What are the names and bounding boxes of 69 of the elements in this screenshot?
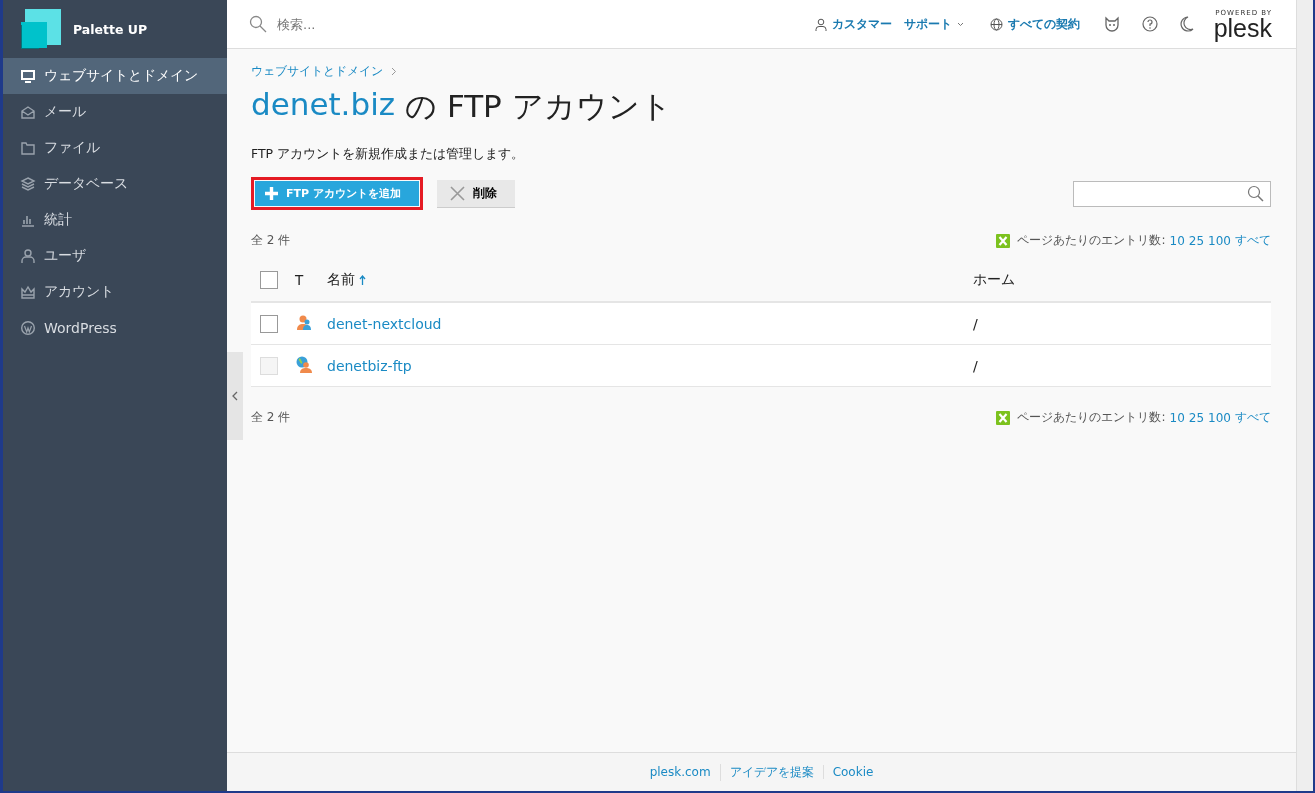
excel-icon [996,233,1011,248]
excel-icon [996,410,1011,425]
page-size-link[interactable]: 100 [1208,410,1231,425]
support-menu[interactable]: サポート [903,15,964,33]
footer-link[interactable]: plesk.com [640,765,720,779]
total-count: 全 2 件 [251,409,291,426]
page-description: FTP アカウントを新規作成または管理します。 [251,146,526,163]
moon-icon[interactable] [1179,16,1194,32]
search-icon [249,15,267,33]
footer-link[interactable]: アイデアを提案 [719,763,823,781]
total-count: 全 2 件 [251,232,291,249]
page-size-link[interactable]: 25 [1188,233,1205,248]
domain-link[interactable]: denet.biz [251,86,396,128]
chevron-right-icon [391,67,397,76]
sidebar-item[interactable]: メール [3,94,227,130]
page-size-link[interactable]: すべて [1235,232,1271,249]
envelope-icon [20,104,36,120]
search-icon [1247,185,1264,202]
chevron-left-icon [232,391,238,401]
page-size-link[interactable]: すべて [1235,409,1271,426]
page-size-link[interactable]: 100 [1208,233,1231,248]
sidebar-item[interactable]: ファイル [3,130,227,166]
folder-icon [20,140,36,156]
account-link[interactable]: denet-nextcloud [327,315,442,332]
footer-link[interactable]: Cookie [822,765,883,779]
layers-icon [20,176,36,192]
column-header[interactable]: 名前 [327,271,973,289]
page-size-link[interactable]: 10 [1169,410,1185,425]
user-icon [295,313,312,331]
logo-icon [21,9,61,49]
page-size-label: ページあたりのエントリ数: [1017,232,1166,249]
filter-search-field[interactable] [1073,180,1271,207]
column-header: T [295,272,305,288]
help-icon[interactable] [1141,16,1158,32]
subscriptions-link[interactable]: すべての契約 [989,15,1080,33]
cross-icon [449,185,465,201]
add-ftp-account-button[interactable]: FTP アカウントを追加 [255,181,419,206]
sidebar-item[interactable]: 統計 [3,202,227,238]
user-icon [20,248,36,264]
sidebar-item[interactable]: WordPress [3,310,227,346]
table-cell: / [973,315,978,332]
page-size-link[interactable]: 10 [1169,233,1185,248]
page-title: の FTP アカウント [405,87,672,126]
plus-icon [265,187,278,200]
user-icon [814,17,827,31]
customer-link[interactable]: カスタマー [814,15,892,33]
brand-name: Palette UP [73,21,148,37]
crown-icon [20,284,36,300]
scrollbar[interactable] [1296,0,1313,791]
globe-user-icon [295,355,312,373]
monitor-icon [20,68,36,84]
caret-icon [956,21,964,27]
sidebar-item[interactable]: アカウント [3,274,227,310]
page-size-link[interactable]: 25 [1188,410,1205,425]
collapse-handle[interactable] [227,352,243,440]
sidebar-item[interactable]: ウェブサイトとドメイン [3,58,227,94]
wordpress-icon [20,320,36,336]
sidebar-item[interactable]: データベース [3,166,227,202]
column-header: ホーム [973,271,1016,289]
row-checkbox[interactable] [260,314,278,333]
select-all-checkbox[interactable] [260,271,278,289]
delete-button[interactable]: 削除 [436,179,515,208]
cat-face-icon[interactable] [1103,16,1120,32]
table-cell: / [973,357,978,374]
breadcrumb-link[interactable]: ウェブサイトとドメイン [251,63,383,80]
sidebar-item[interactable]: ユーザ [3,238,227,274]
globe-icon [989,17,1003,31]
search-field[interactable]: 検索... [275,15,579,33]
page-size-label: ページあたりのエントリ数: [1017,409,1166,426]
